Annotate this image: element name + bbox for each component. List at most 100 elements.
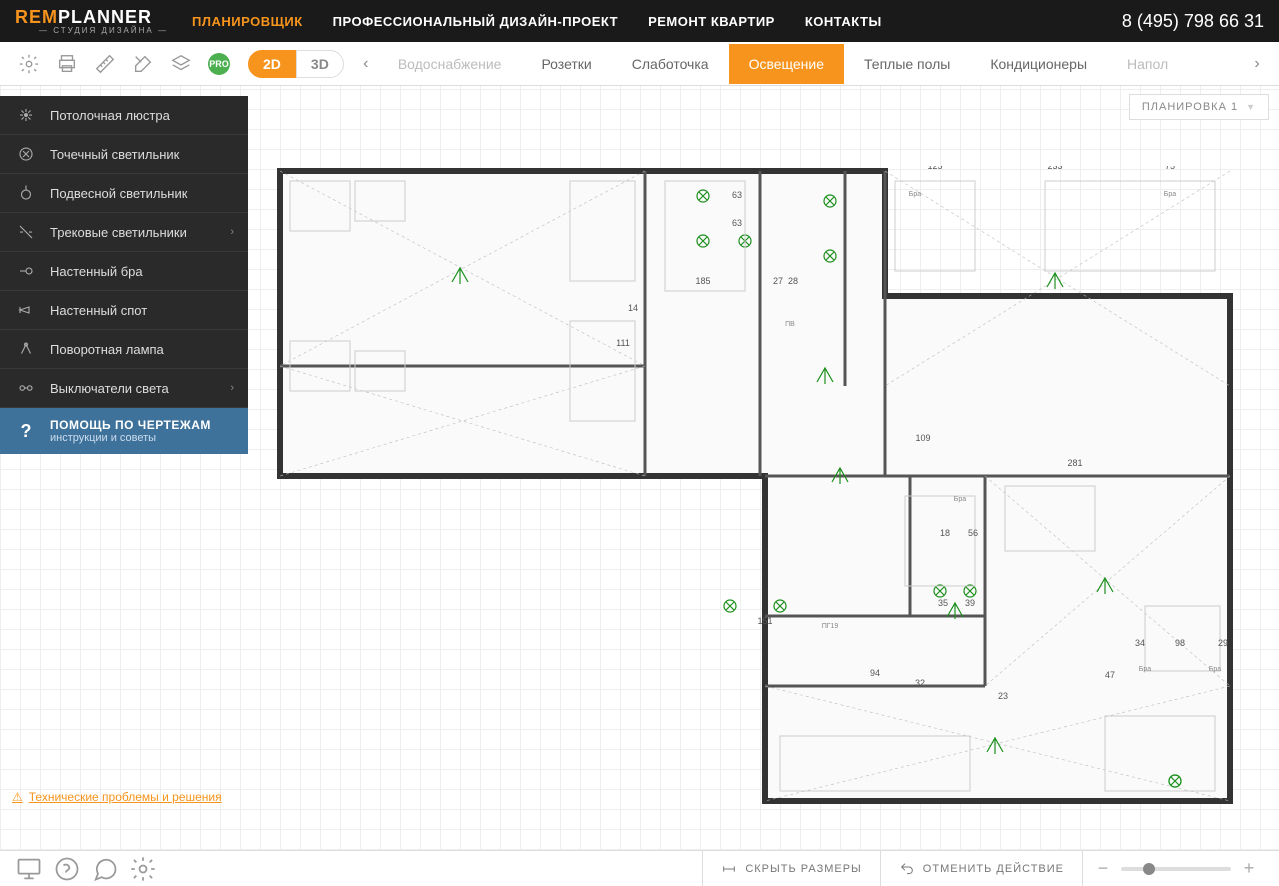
gear-icon[interactable] <box>129 855 157 883</box>
plan-selector[interactable]: ПЛАНИРОВКА 1 ▼ <box>1129 94 1269 120</box>
tab-sockets[interactable]: Розетки <box>521 44 611 84</box>
tool-wall-spot[interactable]: Настенный спот <box>0 291 248 330</box>
tabs-next-icon[interactable]: › <box>1245 52 1269 76</box>
tool-ceiling-light[interactable]: Потолочная люстра <box>0 96 248 135</box>
switch-icon <box>14 379 38 397</box>
zoom-in-button[interactable]: + <box>1241 858 1257 879</box>
tool-label: Подвесной светильник <box>50 186 234 201</box>
view-2d-button[interactable]: 2D <box>248 50 296 78</box>
track-icon <box>14 223 38 241</box>
monitor-icon[interactable] <box>15 855 43 883</box>
nav-renovation[interactable]: РЕМОНТ КВАРТИР <box>648 14 775 29</box>
help-subtitle: инструкции и советы <box>50 432 211 444</box>
svg-text:ПГ19: ПГ19 <box>822 623 839 630</box>
tool-label: Точечный светильник <box>50 147 234 162</box>
chevron-right-icon: › <box>230 382 234 394</box>
undo-label: ОТМЕНИТЬ ДЕЙСТВИЕ <box>923 863 1064 875</box>
svg-text:Бра: Бра <box>954 496 966 503</box>
tool-label: Настенный спот <box>50 303 234 318</box>
canvas-area[interactable]: ПЛАНИРОВКА 1 ▼ Потолочная люстра Точечны… <box>0 86 1279 850</box>
phone-number[interactable]: 8 (495) 798 66 31 <box>1122 11 1264 32</box>
tabs-prev-icon[interactable]: ‹ <box>354 52 378 76</box>
chat-icon[interactable] <box>91 855 119 883</box>
svg-text:98: 98 <box>1175 638 1185 648</box>
tools-icon[interactable] <box>129 50 157 78</box>
help-panel[interactable]: ? ПОМОЩЬ ПО ЧЕРТЕЖАМ инструкции и советы <box>0 408 248 454</box>
tool-label: Выключатели света <box>50 381 230 396</box>
svg-text:23: 23 <box>998 691 1008 701</box>
svg-text:281: 281 <box>1067 458 1082 468</box>
rotate-lamp-icon <box>14 340 38 358</box>
layers-icon[interactable] <box>167 50 195 78</box>
ruler-icon[interactable] <box>91 50 119 78</box>
svg-text:Бра: Бра <box>1139 666 1151 673</box>
pro-badge[interactable]: PRO <box>208 53 230 75</box>
svg-text:34: 34 <box>1135 638 1145 648</box>
logo[interactable]: REM PLANNER — СТУДИЯ ДИЗАЙНА — <box>15 7 192 35</box>
hide-dimensions-button[interactable]: СКРЫТЬ РАЗМЕРЫ <box>702 851 879 886</box>
chevron-down-icon: ▼ <box>1246 102 1256 112</box>
tab-flooring[interactable]: Напол <box>1107 44 1188 84</box>
svg-text:151: 151 <box>757 616 772 626</box>
svg-text:39: 39 <box>965 598 975 608</box>
svg-text:ПВ: ПВ <box>785 321 795 328</box>
chevron-right-icon: › <box>230 226 234 238</box>
tool-spot-light[interactable]: Точечный светильник <box>0 135 248 174</box>
bra-icon <box>14 262 38 280</box>
settings-icon[interactable] <box>15 50 43 78</box>
view-3d-button[interactable]: 3D <box>296 50 344 78</box>
nav-contacts[interactable]: КОНТАКТЫ <box>805 14 882 29</box>
tool-label: Настенный бра <box>50 264 234 279</box>
tech-issues-link[interactable]: Технические проблемы и решения <box>12 790 222 804</box>
svg-text:233: 233 <box>1047 166 1062 171</box>
help-icon: ? <box>14 421 38 442</box>
zoom-slider[interactable] <box>1121 867 1231 871</box>
hide-dimensions-label: СКРЫТЬ РАЗМЕРЫ <box>745 863 861 875</box>
svg-text:185: 185 <box>695 276 710 286</box>
main-nav: ПЛАНИРОВЩИК ПРОФЕССИОНАЛЬНЫЙ ДИЗАЙН-ПРОЕ… <box>192 14 1122 29</box>
tool-rotate-lamp[interactable]: Поворотная лампа <box>0 330 248 369</box>
svg-text:63: 63 <box>732 218 742 228</box>
tool-track-light[interactable]: Трековые светильники › <box>0 213 248 252</box>
zoom-out-button[interactable]: − <box>1095 858 1111 879</box>
pendant-icon <box>14 184 38 202</box>
logo-subtitle: — СТУДИЯ ДИЗАЙНА — <box>15 26 192 35</box>
floorplan[interactable]: 125 233 75 63 63 185 27 28 14 111 109 28… <box>275 166 1235 811</box>
tab-water[interactable]: Водоснабжение <box>378 44 522 84</box>
nav-design[interactable]: ПРОФЕССИОНАЛЬНЫЙ ДИЗАЙН-ПРОЕКТ <box>333 14 618 29</box>
view-toggle: 2D 3D <box>248 50 344 78</box>
tab-lowvoltage[interactable]: Слаботочка <box>612 44 729 84</box>
zoom-controls: − + <box>1082 851 1269 886</box>
help-circle-icon[interactable] <box>53 855 81 883</box>
tool-pendant-light[interactable]: Подвесной светильник <box>0 174 248 213</box>
tab-heating[interactable]: Теплые полы <box>844 44 970 84</box>
tab-lighting[interactable]: Освещение <box>729 44 844 84</box>
help-title: ПОМОЩЬ ПО ЧЕРТЕЖАМ <box>50 418 211 432</box>
tool-switches[interactable]: Выключатели света › <box>0 369 248 408</box>
tab-nav: ‹ Водоснабжение Розетки Слаботочка Освещ… <box>354 44 1269 84</box>
svg-text:Бра: Бра <box>909 191 921 198</box>
tools-panel: Потолочная люстра Точечный светильник По… <box>0 96 248 454</box>
print-icon[interactable] <box>53 50 81 78</box>
svg-text:63: 63 <box>732 190 742 200</box>
zoom-thumb[interactable] <box>1143 863 1155 875</box>
tab-ac[interactable]: Кондиционеры <box>970 44 1107 84</box>
svg-text:75: 75 <box>1165 166 1175 171</box>
svg-text:14: 14 <box>628 303 638 313</box>
svg-text:27: 27 <box>773 276 783 286</box>
svg-text:35: 35 <box>938 598 948 608</box>
tool-wall-bra[interactable]: Настенный бра <box>0 252 248 291</box>
svg-text:32: 32 <box>915 678 925 688</box>
svg-text:56: 56 <box>968 528 978 538</box>
svg-text:29: 29 <box>1218 638 1228 648</box>
svg-text:125: 125 <box>927 166 942 171</box>
svg-text:47: 47 <box>1105 670 1115 680</box>
wall-spot-icon <box>14 301 38 319</box>
bottom-bar: СКРЫТЬ РАЗМЕРЫ ОТМЕНИТЬ ДЕЙСТВИЕ − + <box>0 850 1279 886</box>
undo-button[interactable]: ОТМЕНИТЬ ДЕЙСТВИЕ <box>880 851 1082 886</box>
nav-planner[interactable]: ПЛАНИРОВЩИК <box>192 14 303 29</box>
tool-label: Потолочная люстра <box>50 108 234 123</box>
svg-text:Бра: Бра <box>1209 666 1221 673</box>
logo-rem: REM <box>15 7 58 28</box>
tool-label: Поворотная лампа <box>50 342 234 357</box>
